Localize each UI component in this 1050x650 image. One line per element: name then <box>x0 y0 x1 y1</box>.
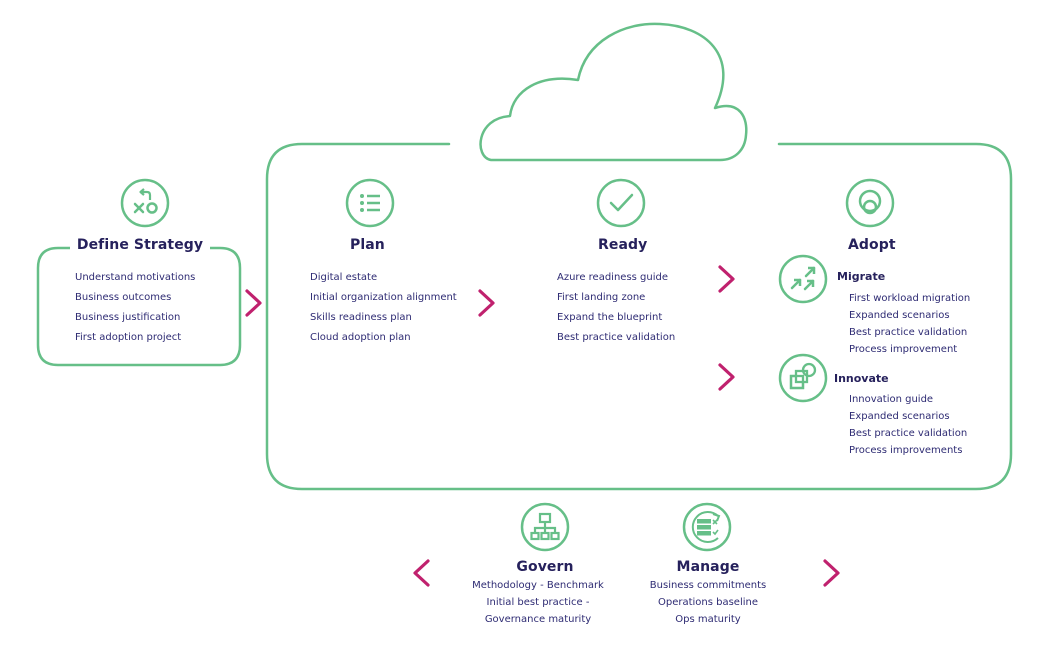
list-item: Process improvements <box>849 445 963 456</box>
list-item: Skills readiness plan <box>310 312 412 323</box>
innovate-shapes-icon <box>778 353 828 403</box>
plan-title: Plan <box>350 237 385 253</box>
list-item: Best practice validation <box>849 327 968 338</box>
manage-icon <box>682 502 732 552</box>
list-item: Business justification <box>75 312 181 323</box>
list-item: Azure readiness guide <box>557 272 669 283</box>
strategy-xo-icon <box>120 178 170 228</box>
define-strategy-icon <box>120 178 170 228</box>
list-item: Understand motivations <box>75 272 196 283</box>
chevron-right-icon <box>244 288 264 318</box>
list-item: Initial organization alignment <box>310 292 457 303</box>
govern-icon <box>520 502 570 552</box>
plan-icon <box>345 178 395 228</box>
cloud-shape <box>479 22 748 162</box>
list-item: Cloud adoption plan <box>310 332 411 343</box>
govern-list: Methodology - Benchmark Initial best pra… <box>458 577 618 628</box>
chevron-right-icon <box>477 288 497 318</box>
list-item: Business commitments <box>649 580 767 591</box>
govern-title-wrap: Govern <box>470 558 620 576</box>
list-item: Process improvement <box>849 344 958 355</box>
ready-list: Azure readiness guide First landing zone… <box>557 268 675 348</box>
chevron-left-icon <box>412 558 432 588</box>
list-item: Best practice validation <box>849 428 968 439</box>
innovate-title: Innovate <box>834 372 889 385</box>
migrate-icon <box>778 254 828 304</box>
manage-title-wrap: Manage <box>633 558 783 576</box>
ready-icon <box>596 178 646 228</box>
list-item: Methodology - Benchmark <box>472 580 604 591</box>
migrate-arrows-icon <box>778 254 828 304</box>
adopt-icon <box>845 178 895 228</box>
list-item: Innovation guide <box>849 394 934 405</box>
ready-title: Ready <box>598 237 648 253</box>
list-item: Ops maturity <box>675 614 741 625</box>
list-item: Expand the blueprint <box>557 312 663 323</box>
list-item: First workload migration <box>849 293 971 304</box>
chevron-right-icon <box>717 362 737 392</box>
list-item: First adoption project <box>75 332 182 343</box>
plan-list: Digital estate Initial organization alig… <box>310 268 457 348</box>
list-item: Best practice validation <box>557 332 676 343</box>
define-strategy-list: Understand motivations Business outcomes… <box>75 268 195 348</box>
adopt-title: Adopt <box>848 237 896 253</box>
innovate-icon <box>778 353 828 403</box>
list-item: Business outcomes <box>75 292 172 303</box>
list-item: Governance maturity <box>484 614 592 625</box>
list-item: Initial best practice - <box>486 597 590 608</box>
list-item: First landing zone <box>557 292 646 303</box>
database-cycle-icon <box>682 502 732 552</box>
chevron-right-icon <box>717 264 737 294</box>
list-item: Expanded scenarios <box>849 411 950 422</box>
list-item: Expanded scenarios <box>849 310 950 321</box>
list-icon <box>345 178 395 228</box>
chevron-right-icon <box>822 558 842 588</box>
define-strategy-title-wrap: Define Strategy <box>70 236 210 256</box>
checkmark-icon <box>596 178 646 228</box>
govern-title: Govern <box>516 559 574 575</box>
hierarchy-icon <box>520 502 570 552</box>
manage-title: Manage <box>676 559 740 575</box>
define-strategy-title: Define Strategy <box>76 237 204 253</box>
list-item: Operations baseline <box>657 597 759 608</box>
adopt-circles-icon <box>845 178 895 228</box>
migrate-list: First workload migration Expanded scenar… <box>849 290 970 358</box>
migrate-title: Migrate <box>837 270 886 283</box>
innovate-list: Innovation guide Expanded scenarios Best… <box>849 391 967 459</box>
list-item: Digital estate <box>310 272 378 283</box>
manage-list: Business commitments Operations baseline… <box>628 577 788 628</box>
